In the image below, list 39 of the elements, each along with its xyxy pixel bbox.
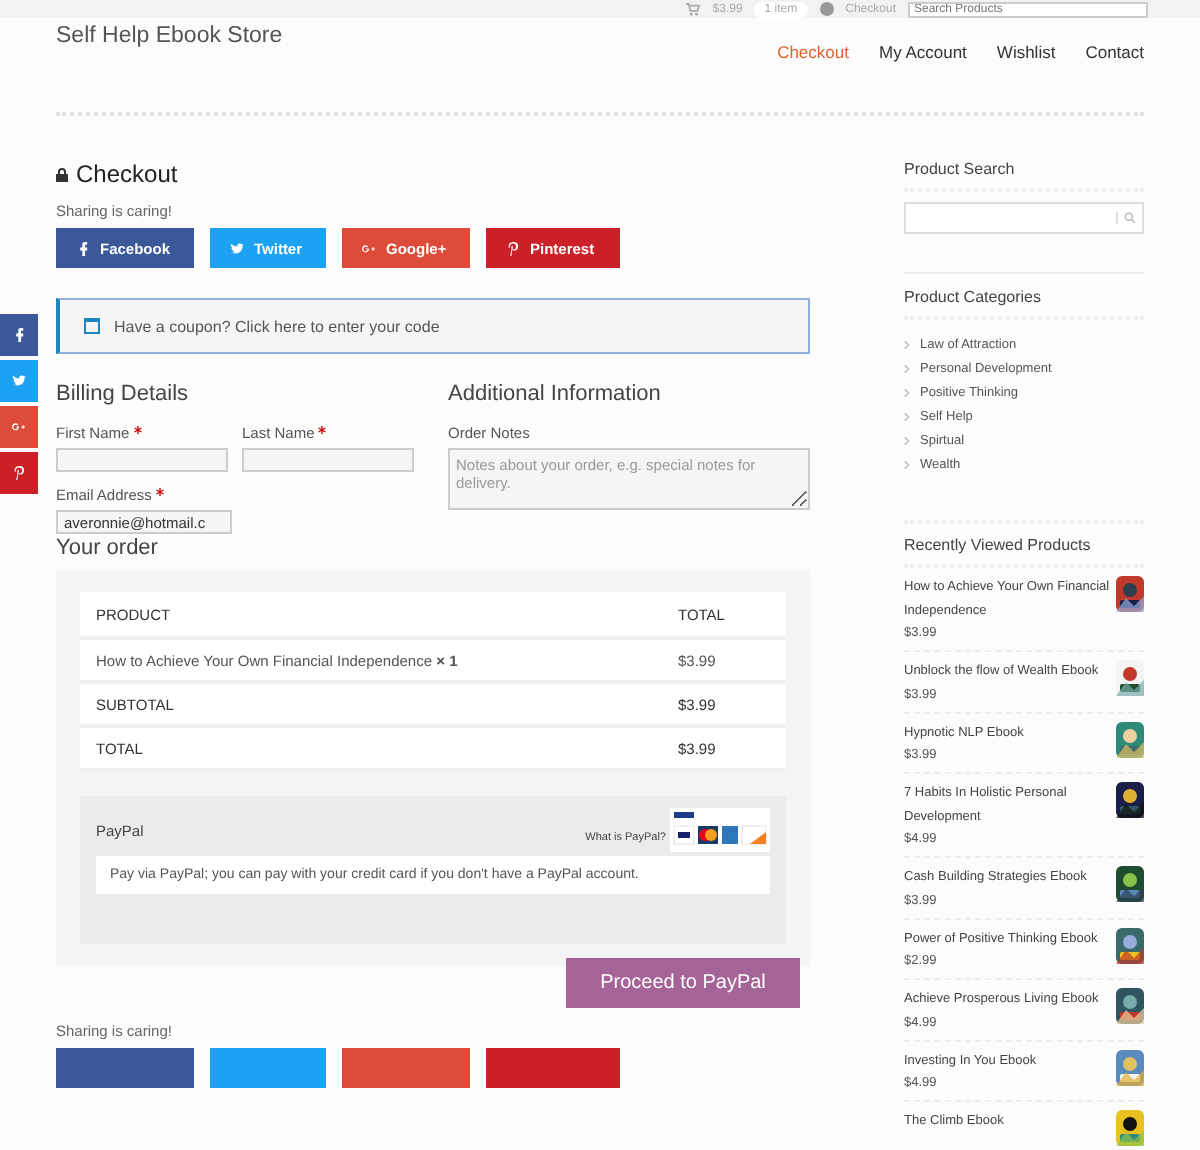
chevron-icon [904,411,910,421]
chevron-icon [904,339,910,349]
widget-title: Recently Viewed Products [904,520,1144,568]
chevron-icon [904,459,910,469]
search-field[interactable] [904,202,1144,234]
coupon-text[interactable]: Have a coupon? Click here to enter your code [114,317,440,335]
input-field[interactable] [56,448,228,472]
section-title: Additional Information [448,382,663,406]
proceed-button[interactable]: Proceed to PayPal [566,958,800,1008]
nav-link[interactable]: My Account [878,42,967,112]
lock-icon [56,167,68,181]
widget-title: Product Search [904,160,1144,192]
pinterest-icon [12,466,26,480]
site-title[interactable]: Self Help Ebook Store [56,24,283,112]
card-logos-drawing [670,808,770,852]
section-title: Your order [56,536,160,560]
google-plus-icon [362,241,376,255]
bird-icon [230,241,244,255]
coupon-notice[interactable]: Have a coupon? Click here to enter your code [56,298,810,354]
share-button[interactable] [0,452,38,494]
share-button[interactable] [0,360,38,402]
widget-title: Product Categories [904,272,1144,320]
chevron-icon [904,387,910,397]
input-field[interactable] [242,448,414,472]
nav-link[interactable]: Contact [1085,42,1144,112]
search-icon[interactable] [1116,212,1136,224]
share-button[interactable] [0,314,38,356]
section-title: Billing Details [56,382,191,406]
window-icon [84,318,100,334]
chevron-icon [904,435,910,445]
cart-icon[interactable] [686,2,701,16]
bird-icon [12,374,26,388]
google-plus-icon [12,420,26,434]
pinterest-icon [506,241,520,255]
facebook-icon [76,241,90,255]
page-title: Checkout [76,160,178,188]
chevron-icon [904,363,910,373]
nav-link[interactable]: Wishlist [996,42,1056,112]
facebook-icon [12,328,26,342]
